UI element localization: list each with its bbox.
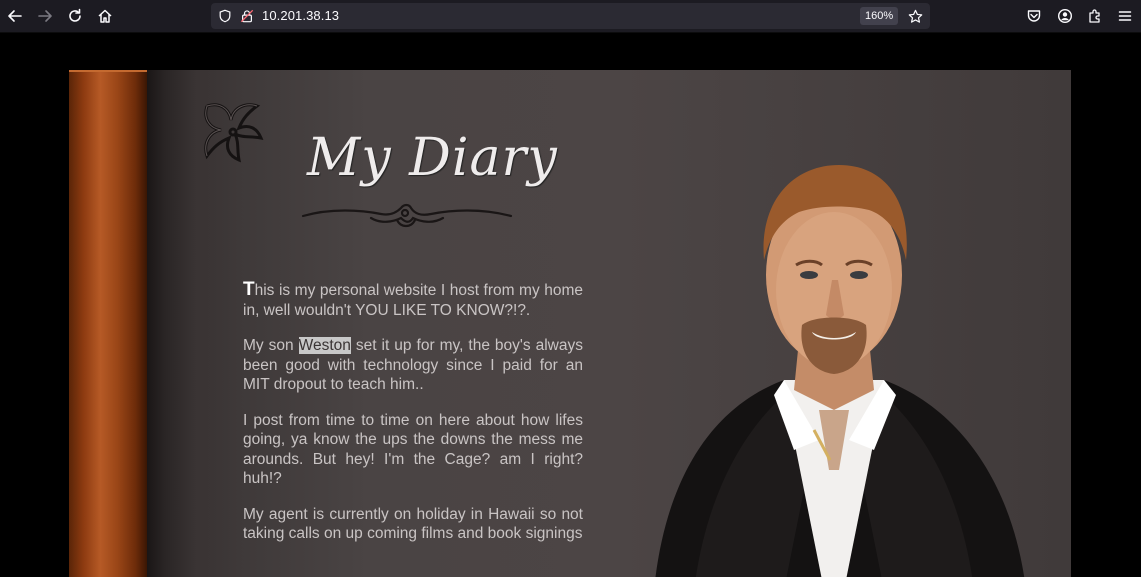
pocket-button[interactable] (1023, 5, 1045, 27)
corner-ornament-icon (204, 103, 264, 163)
extensions-icon (1089, 9, 1100, 23)
paragraph-son: My son Weston set it up for my, the boy'… (243, 336, 583, 395)
home-button[interactable] (94, 5, 116, 27)
back-button[interactable] (4, 5, 26, 27)
account-button[interactable] (1054, 5, 1076, 27)
paragraph-intro: This is my personal website I host from … (243, 280, 583, 320)
diary-book: My Diary This is my personal website I h… (69, 70, 1071, 577)
home-icon (98, 9, 112, 23)
paragraph-intro-text: his is my personal website I host from m… (243, 282, 583, 319)
account-icon (1057, 8, 1073, 24)
pocket-icon (1027, 10, 1041, 22)
app-menu-button[interactable] (1114, 5, 1136, 27)
forward-button[interactable] (34, 5, 56, 27)
url-bar[interactable]: 10.201.38.13 160% (211, 3, 930, 29)
reload-button[interactable] (64, 5, 86, 27)
bookmark-button[interactable] (906, 7, 924, 25)
forward-icon (38, 10, 52, 22)
diary-text: This is my personal website I host from … (243, 280, 583, 560)
lock-icon (240, 9, 254, 23)
menu-icon (1118, 11, 1132, 21)
title-flourish-icon (301, 203, 513, 228)
reload-icon (69, 8, 81, 22)
drop-cap: T (243, 279, 255, 300)
browser-toolbar: 10.201.38.13 160% (0, 0, 1141, 33)
paragraph-son-before: My son (243, 337, 299, 354)
back-icon (8, 10, 22, 22)
url-text[interactable]: 10.201.38.13 (262, 8, 339, 23)
bookmark-star-icon (908, 9, 922, 23)
extensions-button[interactable] (1084, 5, 1106, 27)
portrait-image (655, 165, 1025, 577)
paragraph-agent: My agent is currently on holiday in Hawa… (243, 505, 583, 543)
paragraph-posts: I post from time to time on here about h… (243, 411, 583, 488)
selected-text-weston: Weston (298, 337, 351, 354)
zoom-level-badge[interactable]: 160% (860, 7, 899, 25)
page-viewport: My Diary This is my personal website I h… (0, 33, 1141, 577)
page-title: My Diary (307, 128, 558, 188)
tracking-shield-button[interactable] (216, 7, 234, 25)
book-spine (69, 70, 147, 577)
site-info-button[interactable] (238, 7, 256, 25)
shield-icon (219, 9, 231, 23)
